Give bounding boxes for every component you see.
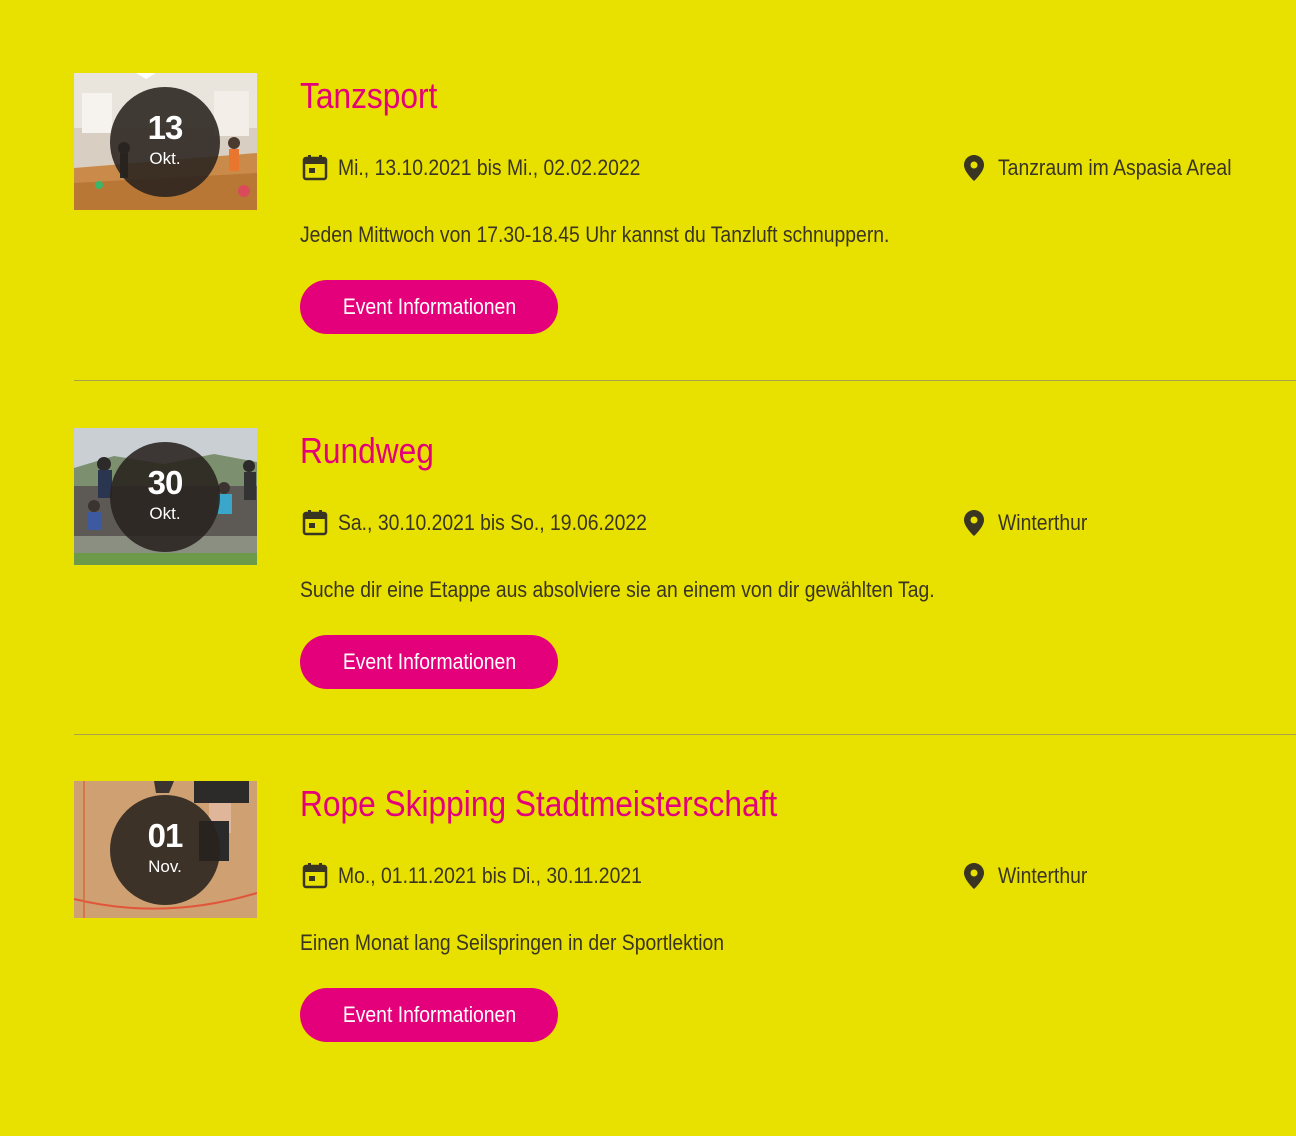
event-location-text: Winterthur [998,863,1088,888]
date-badge: 01 Nov. [110,795,220,905]
event-location-text: Tanzraum im Aspasia Areal [998,155,1232,180]
event-info-button[interactable]: Event Informationen [300,280,558,334]
date-badge-day: 13 [147,109,184,146]
event-description: Jeden Mittwoch von 17.30-18.45 Uhr kanns… [300,222,890,247]
event-location: Winterthur [964,508,1099,538]
date-badge-day: 30 [147,464,184,501]
event-card-rundweg: 30 Okt. Rundweg Sa., 30.10.2021 bis So.,… [74,428,1296,783]
event-date: Mo., 01.11.2021 bis Di., 30.11.2021 [302,861,683,891]
event-location-text: Winterthur [998,510,1088,535]
date-badge-day: 01 [147,817,184,854]
map-pin-icon [964,155,984,181]
event-description: Suche dir eine Etappe aus absolviere sie… [300,577,935,602]
map-pin-icon [964,863,984,889]
event-title[interactable]: Rope Skipping Stadtmeisterschaft [300,783,777,825]
calendar-icon [302,510,328,536]
event-divider [74,734,1296,735]
date-badge: 30 Okt. [110,442,220,552]
event-location: Winterthur [964,861,1099,891]
event-info-button[interactable]: Event Informationen [300,635,558,689]
event-info-button-label: Event Informationen [342,649,516,674]
event-thumbnail[interactable]: 13 Okt. [74,73,257,210]
date-badge-month: Okt. [149,504,181,523]
event-title[interactable]: Tanzsport [300,75,437,117]
event-date: Sa., 30.10.2021 bis So., 19.06.2022 [302,508,689,538]
event-description: Einen Monat lang Seilspringen in der Spo… [300,930,725,955]
event-divider [74,380,1296,381]
event-card-tanzsport: 13 Okt. Tanzsport Mi., 13.10.2021 bis Mi… [74,73,1296,428]
date-badge-month: Nov. [148,857,182,876]
event-card-rope-skipping: 01 Nov. Rope Skipping Stadtmeisterschaft… [74,781,1296,1136]
event-info-button-label: Event Informationen [342,294,516,319]
map-pin-icon [964,510,984,536]
event-date-text: Sa., 30.10.2021 bis So., 19.06.2022 [338,510,647,535]
event-thumbnail[interactable]: 30 Okt. [74,428,257,565]
date-badge-month: Okt. [149,149,181,168]
event-title[interactable]: Rundweg [300,430,434,472]
event-location: Tanzraum im Aspasia Areal [964,153,1263,183]
calendar-icon [302,155,328,181]
event-info-button[interactable]: Event Informationen [300,988,558,1042]
event-info-button-label: Event Informationen [342,1002,516,1027]
event-date-text: Mo., 01.11.2021 bis Di., 30.11.2021 [338,863,642,888]
event-thumbnail[interactable]: 01 Nov. [74,781,257,918]
calendar-icon [302,863,328,889]
date-badge: 13 Okt. [110,87,220,197]
event-date: Mi., 13.10.2021 bis Mi., 02.02.2022 [302,153,682,183]
event-date-text: Mi., 13.10.2021 bis Mi., 02.02.2022 [338,155,641,180]
